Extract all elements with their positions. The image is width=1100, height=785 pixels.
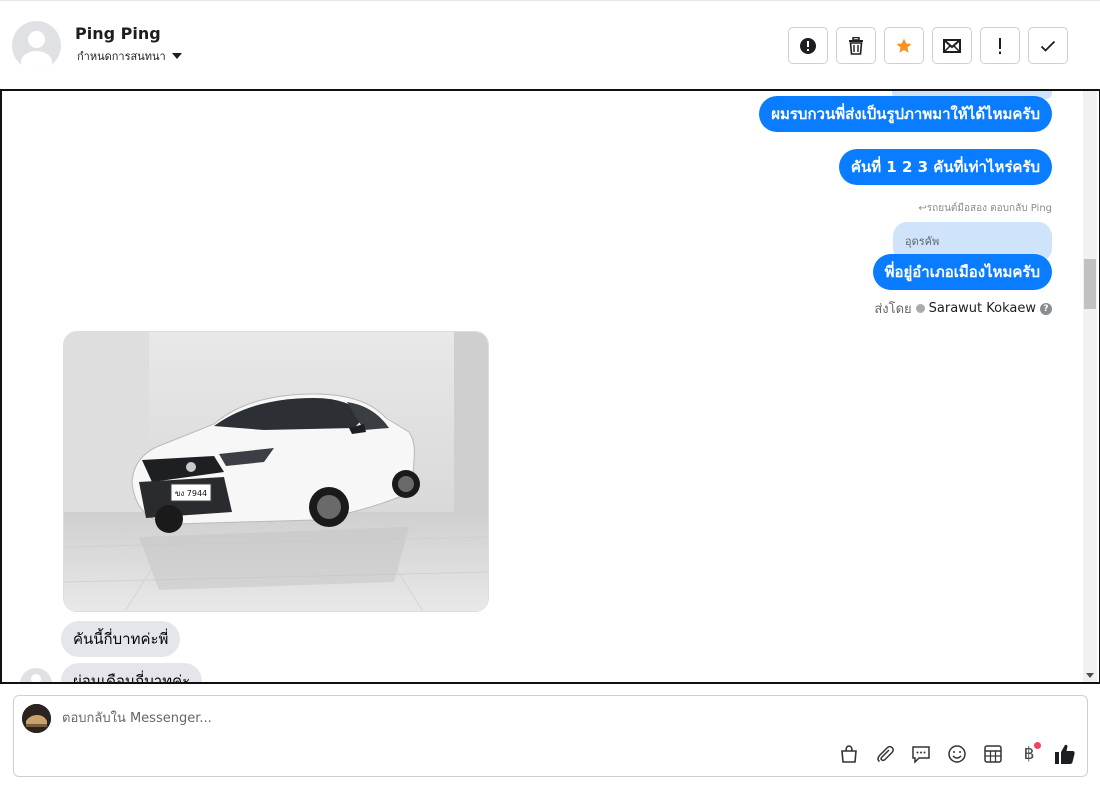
message-bubble-incoming[interactable]: คันนี้กี่บาทค่ะพี่ (61, 621, 181, 657)
payment-baht-icon: ฿ (1023, 744, 1035, 764)
contact-avatar[interactable] (12, 21, 61, 70)
star-icon (896, 38, 912, 53)
composer-tools: ฿ (837, 742, 1077, 766)
reply-context-label: ↩รถยนต์มือสอง ตอบกลับ Ping (918, 203, 1052, 214)
scroll-down-arrow-icon[interactable] (1086, 673, 1094, 678)
emoji-icon (948, 745, 966, 763)
check-icon (1040, 40, 1056, 52)
conversation-header: Ping Ping กำหนดการสนทนา (0, 0, 1100, 88)
envelope-icon (943, 38, 961, 53)
message-bubble-incoming[interactable]: ผ่อนเดือนกี่บาทค่ะ (61, 663, 203, 682)
notification-dot (1034, 742, 1041, 749)
shared-photo[interactable]: ขง 7944 (63, 331, 489, 612)
delete-button[interactable] (836, 27, 876, 64)
mark-done-button[interactable] (1028, 27, 1068, 64)
calendar-icon (984, 745, 1002, 763)
shopping-bag-icon (841, 745, 857, 763)
message-bubble-outgoing[interactable]: พี่อยู่อำเภอเมืองไหมครับ (872, 254, 1052, 290)
sent-by-label: ส่งโดย (874, 302, 912, 317)
verified-icon (915, 304, 925, 313)
payment-button[interactable]: ฿ (1017, 742, 1041, 766)
like-button[interactable] (1053, 742, 1077, 766)
sent-by-line: ส่งโดย Sarawut Kokaew ? (874, 298, 1052, 319)
attach-button[interactable] (873, 742, 897, 766)
message-thread[interactable]: ผมรบกวนพี่ส่งเป็นรูปภาพมาให้ได้ไหมครับ ค… (0, 89, 1100, 684)
saved-reply-icon (912, 746, 930, 764)
contact-avatar-small[interactable] (20, 668, 52, 682)
conversation-toolbar (788, 27, 1068, 64)
trash-icon (849, 36, 863, 55)
assign-label: กำหนดการสนทนา (77, 50, 166, 63)
sender-name: Sarawut Kokaew (928, 301, 1036, 316)
message-bubble-outgoing[interactable]: คันที่ 1 2 3 คันที่เท่าไหร่ครับ (838, 149, 1052, 185)
paperclip-icon (877, 745, 894, 763)
chevron-down-icon (171, 53, 182, 59)
exclamation-icon (999, 37, 1001, 54)
reply-input[interactable] (62, 706, 762, 730)
assign-conversation-dropdown[interactable]: กำหนดการสนทนา (77, 47, 182, 65)
mark-unread-button[interactable] (932, 27, 972, 64)
mark-spam-button[interactable] (788, 27, 828, 64)
follow-up-button[interactable] (980, 27, 1020, 64)
alert-circle-icon (800, 37, 816, 54)
appointment-button[interactable] (981, 742, 1005, 766)
license-plate: ขง 7944 (175, 489, 207, 498)
page-avatar (22, 704, 51, 733)
message-composer: ฿ (13, 695, 1088, 777)
contact-name[interactable]: Ping Ping (75, 24, 161, 43)
shop-button[interactable] (837, 742, 861, 766)
saved-replies-button[interactable] (909, 742, 933, 766)
car-photo-image: ขง 7944 (64, 332, 488, 611)
thread-scrollbar[interactable] (1083, 91, 1097, 682)
like-icon (1055, 744, 1075, 764)
scroll-thumb[interactable] (1084, 259, 1096, 309)
emoji-button[interactable] (945, 742, 969, 766)
help-icon[interactable]: ? (1040, 302, 1052, 315)
star-button[interactable] (884, 27, 924, 64)
message-bubble-outgoing[interactable]: ผมรบกวนพี่ส่งเป็นรูปภาพมาให้ได้ไหมครับ (759, 96, 1052, 132)
